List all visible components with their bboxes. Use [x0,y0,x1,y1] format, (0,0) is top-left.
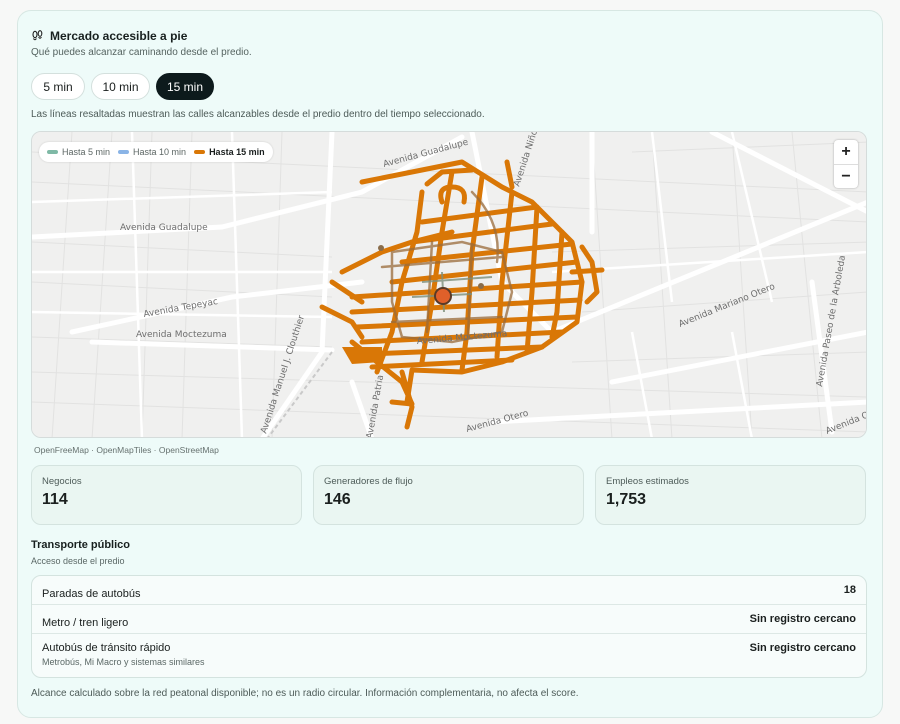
tab-5-min[interactable]: 5 min [31,73,85,100]
row-value: Sin registro cercano [749,642,856,654]
transport-row-metro: Metro / tren ligero Sin registro cercano [32,605,866,634]
stat-label: Generadores de flujo [324,476,413,487]
stat-value: 146 [324,491,351,508]
legend-label: Hasta 5 min [62,147,111,157]
tab-15-min[interactable]: 15 min [156,73,214,100]
legend-label: Hasta 10 min [133,147,187,157]
walkability-map[interactable]: Avenida Guadalupe Avenida Guadalupe Aven… [31,131,867,438]
legend-label: Hasta 15 min [209,147,265,157]
card-header: Mercado accesible a pie [31,29,187,43]
stat-value: 1,753 [606,491,647,508]
legend-swatch [118,150,130,154]
stats-row: Negocios 114 Generadores de flujo 146 Em… [31,465,866,525]
footer-note: Alcance calculado sobre la red peatonal … [31,688,579,699]
row-label: Paradas de autobús [42,588,141,600]
street-label: Avenida Guadalupe [120,223,208,233]
transport-title: Transporte público [31,539,131,551]
map-description: Las líneas resaltadas muestran las calle… [31,109,485,120]
stat-card-empleos: Empleos estimados 1,753 [595,465,866,525]
transport-row-bus: Paradas de autobús 18 [32,576,866,605]
legend-swatch [47,150,58,154]
stat-label: Negocios [42,476,82,487]
transport-row-brt: Autobús de tránsito rápido Metrobús, Mi … [32,634,866,677]
transport-subtitle: Acceso desde el predio [31,556,125,566]
street-label: Avenida Moctezuma [136,330,227,340]
walkable-market-card: Mercado accesible a pie Qué puedes alcan… [17,10,883,718]
stat-card-generadores: Generadores de flujo 146 [313,465,584,525]
card-title: Mercado accesible a pie [50,29,188,43]
row-label: Metro / tren ligero [42,617,129,629]
legend-item-5-min: Hasta 5 min [47,147,110,157]
row-sublabel: Metrobús, Mi Macro y sistemas similares [42,657,205,667]
zoom-in-button[interactable]: + [834,140,858,164]
legend-swatch [194,150,206,154]
tab-10-min[interactable]: 10 min [91,73,150,100]
card-subtitle: Qué puedes alcanzar caminando desde el p… [31,47,252,58]
map-canvas[interactable]: Avenida Guadalupe Avenida Guadalupe Aven… [32,132,867,438]
row-label: Autobús de tránsito rápido [42,642,171,654]
legend-item-10-min: Hasta 10 min [118,147,186,157]
stat-value: 114 [42,491,68,508]
zoom-out-button[interactable]: − [834,164,858,188]
transport-table: Paradas de autobús 18 Metro / tren liger… [31,575,867,678]
legend-item-15-min: Hasta 15 min [194,147,265,157]
map-attribution[interactable]: OpenFreeMap · OpenMapTiles · OpenStreetM… [34,445,219,455]
stat-label: Empleos estimados [606,476,689,487]
row-value: 18 [843,584,856,596]
map-legend: Hasta 5 min Hasta 10 min Hasta 15 min [39,142,273,162]
stat-card-negocios: Negocios 114 [31,465,302,525]
footprints-icon [31,29,44,43]
zoom-controls: + − [834,140,858,188]
row-value: Sin registro cercano [749,613,856,625]
time-tabs: 5 min 10 min 15 min [31,73,214,100]
